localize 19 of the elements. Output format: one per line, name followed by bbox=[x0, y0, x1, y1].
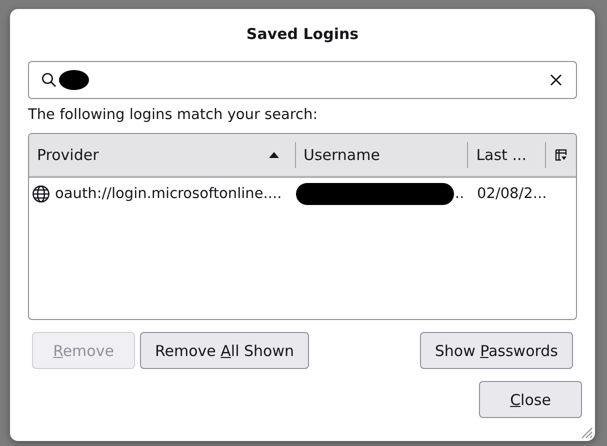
search-result-message: The following logins match your search: bbox=[28, 107, 319, 123]
column-header[interactable]: Username bbox=[296, 142, 468, 168]
column-picker-icon[interactable] bbox=[555, 149, 568, 161]
dialog-button[interactable]: Remove All Shown bbox=[140, 332, 309, 369]
dialog-title: Saved Logins bbox=[245, 25, 360, 43]
close-button[interactable]: Close bbox=[479, 381, 582, 418]
search-field[interactable] bbox=[28, 61, 577, 99]
column-header[interactable]: Last ... bbox=[468, 142, 546, 168]
column-header[interactable]: Provider bbox=[29, 142, 296, 168]
last-used-cell: 02/08/2... bbox=[477, 186, 547, 202]
dialog-button[interactable]: Show Passwords bbox=[420, 332, 573, 369]
sort-ascending-icon bbox=[268, 152, 278, 158]
resize-grip-icon[interactable] bbox=[579, 425, 593, 439]
username-cell: .. bbox=[455, 186, 464, 202]
provider-cell: oauth://login.microsoftonline.... bbox=[55, 186, 282, 202]
login-row[interactable]: oauth://login.microsoftonline.... .. 02/08/2... bbox=[29, 178, 576, 210]
globe-icon bbox=[32, 185, 50, 203]
search-icon bbox=[41, 72, 57, 88]
clear-icon[interactable] bbox=[550, 74, 562, 86]
